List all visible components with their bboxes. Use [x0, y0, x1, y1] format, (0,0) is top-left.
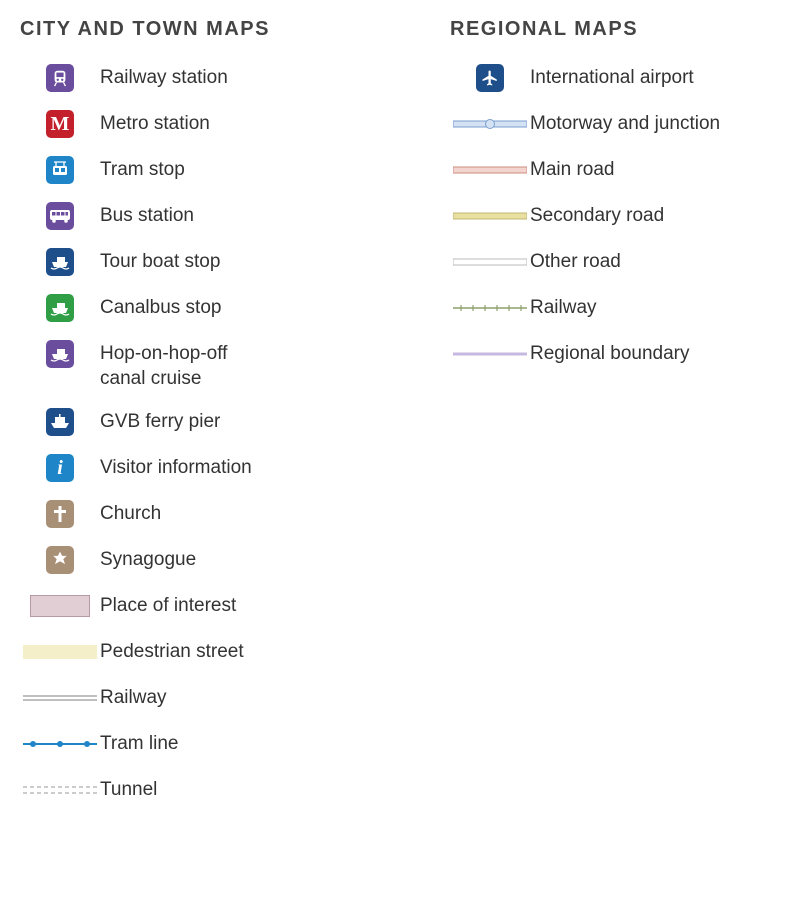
regional-maps-column: REGIONAL MAPS International airport Moto…: [450, 18, 790, 880]
legend-row-bus-station: Bus station: [20, 201, 420, 231]
legend-label: Canalbus stop: [100, 293, 221, 321]
tour-boat-icon: [46, 248, 74, 276]
other-road-line-icon: [453, 252, 527, 272]
legend-row-motorway: Motorway and junction: [450, 109, 790, 139]
legend-row-railway-station: Railway station: [20, 63, 420, 93]
legend-label: Place of interest: [100, 591, 236, 619]
regional-boundary-line-icon: [453, 344, 527, 364]
legend-label: Tunnel: [100, 775, 157, 803]
legend-row-church: Church: [20, 499, 420, 529]
synagogue-icon: [46, 546, 74, 574]
railway-station-icon: [46, 64, 74, 92]
main-road-line-icon: [453, 160, 527, 180]
legend-row-metro-station: M Metro station: [20, 109, 420, 139]
legend-row-visitor-info: i Visitor information: [20, 453, 420, 483]
city-maps-heading: CITY AND TOWN MAPS: [20, 18, 420, 41]
legend-label: Regional boundary: [530, 339, 690, 367]
legend-row-tour-boat-stop: Tour boat stop: [20, 247, 420, 277]
legend-row-regional-boundary: Regional boundary: [450, 339, 790, 369]
legend-label: Tram stop: [100, 155, 185, 183]
secondary-road-line-icon: [453, 206, 527, 226]
legend-label: Motorway and junction: [530, 109, 720, 137]
regional-maps-heading: REGIONAL MAPS: [450, 18, 790, 41]
tunnel-line-icon: [23, 780, 97, 800]
railway-line-icon: [23, 688, 97, 708]
legend-label: Tour boat stop: [100, 247, 220, 275]
legend-label: GVB ferry pier: [100, 407, 220, 435]
airport-icon: [476, 64, 504, 92]
info-icon: i: [46, 454, 74, 482]
legend-label: Pedestrian street: [100, 637, 244, 665]
church-icon: [46, 500, 74, 528]
tram-line-icon: [23, 734, 97, 754]
legend-label: International airport: [530, 63, 694, 91]
legend-row-gvb-ferry: GVB ferry pier: [20, 407, 420, 437]
pedestrian-swatch: [23, 645, 97, 659]
city-maps-column: CITY AND TOWN MAPS Railway station M Met…: [20, 18, 420, 880]
canalbus-icon: [46, 294, 74, 322]
legend-label: Secondary road: [530, 201, 664, 229]
legend-label: Hop-on-hop-off canal cruise: [100, 339, 270, 391]
legend-label: Railway: [100, 683, 167, 711]
regional-railway-line-icon: [453, 298, 527, 318]
legend-label: Bus station: [100, 201, 194, 229]
legend-row-synagogue: Synagogue: [20, 545, 420, 575]
legend-row-tram-line: Tram line: [20, 729, 420, 759]
legend-label: Church: [100, 499, 161, 527]
bus-station-icon: [46, 202, 74, 230]
legend-row-main-road: Main road: [450, 155, 790, 185]
metro-station-icon: M: [46, 110, 74, 138]
legend-row-railway-regional: Railway: [450, 293, 790, 323]
poi-swatch: [30, 595, 90, 617]
legend-label: Main road: [530, 155, 615, 183]
legend-label: Tram line: [100, 729, 178, 757]
legend-row-tunnel: Tunnel: [20, 775, 420, 805]
legend-label: Visitor information: [100, 453, 252, 481]
tram-stop-icon: [46, 156, 74, 184]
legend-row-pedestrian-street: Pedestrian street: [20, 637, 420, 667]
legend-label: Railway station: [100, 63, 228, 91]
legend-label: Synagogue: [100, 545, 196, 573]
legend-row-international-airport: International airport: [450, 63, 790, 93]
canal-cruise-icon: [46, 340, 74, 368]
legend-row-railway-city: Railway: [20, 683, 420, 713]
legend-row-place-of-interest: Place of interest: [20, 591, 420, 621]
legend-row-secondary-road: Secondary road: [450, 201, 790, 231]
legend-label: Railway: [530, 293, 597, 321]
ferry-pier-icon: [46, 408, 74, 436]
legend-row-canalbus-stop: Canalbus stop: [20, 293, 420, 323]
motorway-line-icon: [453, 114, 527, 134]
legend-label: Other road: [530, 247, 621, 275]
legend-row-hop-on-hop-off: Hop-on-hop-off canal cruise: [20, 339, 420, 391]
legend-row-tram-stop: Tram stop: [20, 155, 420, 185]
legend-row-other-road: Other road: [450, 247, 790, 277]
legend-label: Metro station: [100, 109, 210, 137]
